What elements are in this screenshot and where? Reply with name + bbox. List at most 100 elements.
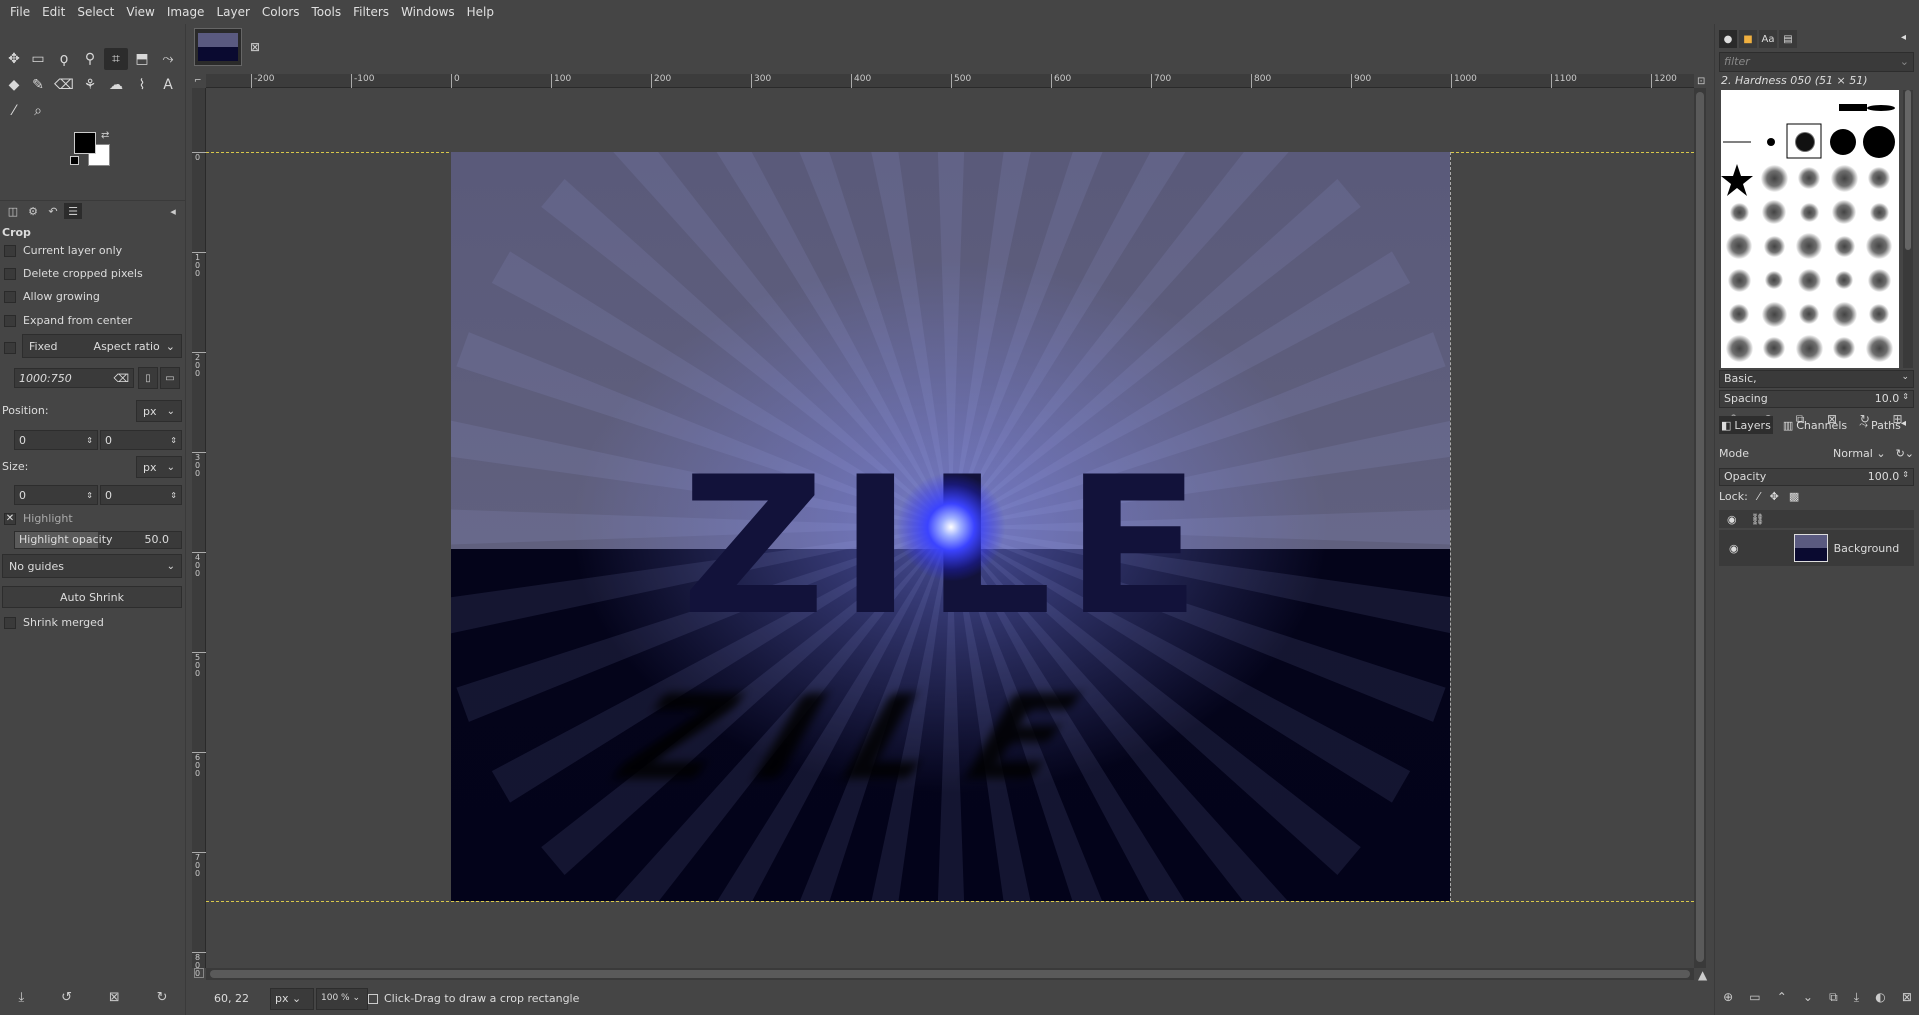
layer-mode-select[interactable]: Normal ⌄ <box>1829 445 1890 462</box>
swap-colors-icon[interactable]: ⇄ <box>101 130 109 141</box>
menu-windows[interactable]: Windows <box>395 0 461 24</box>
menu-filters[interactable]: Filters <box>347 0 395 24</box>
tool-options-tab-icon[interactable]: ◫ <box>4 203 22 219</box>
images-tab-icon[interactable]: ☰ <box>64 203 82 219</box>
size-unit-select[interactable]: px ⌄ <box>136 456 182 478</box>
lasso-icon[interactable]: ϙ <box>52 48 76 70</box>
spinner-icon[interactable]: ⇕ <box>170 436 177 445</box>
mask-layer-icon[interactable]: ◐ <box>1875 990 1885 1005</box>
spinner-icon[interactable]: ⇕ <box>86 491 93 500</box>
delete-cropped-checkbox[interactable]: Delete cropped pixels <box>4 267 143 280</box>
raise-layer-icon[interactable]: ⌃ <box>1777 990 1787 1005</box>
size-w-field[interactable]: 0 ⇕ <box>14 485 98 505</box>
crop-icon[interactable]: ⌗ <box>104 48 128 70</box>
spinner-icon[interactable]: ⇕ <box>86 436 93 445</box>
spinner-icon[interactable]: ⇕ <box>170 491 177 500</box>
brush-preset-select[interactable]: Basic, ⌄ <box>1719 370 1914 388</box>
auto-shrink-button[interactable]: Auto Shrink <box>2 586 182 608</box>
undo-history-tab-icon[interactable]: ↶ <box>44 203 62 219</box>
menu-layer[interactable]: Layer <box>210 0 255 24</box>
image-tab-thumbnail[interactable] <box>194 28 242 66</box>
save-options-icon[interactable]: ⤓ <box>18 990 24 1005</box>
layer-row[interactable]: ◉ Background <box>1719 530 1914 566</box>
brushes-tab-icon[interactable]: ● <box>1719 30 1737 48</box>
expand-from-center-checkbox[interactable]: Expand from center <box>4 314 132 327</box>
default-colors-icon[interactable] <box>70 156 79 165</box>
menu-file[interactable]: File <box>4 0 36 24</box>
warp-icon[interactable]: ⤳ <box>156 48 180 70</box>
highlight-opacity-slider[interactable]: Highlight opacity 50.0 <box>14 531 182 549</box>
aspect-ratio-field[interactable]: 1000:750 ⌫ <box>14 368 134 388</box>
menu-help[interactable]: Help <box>461 0 500 24</box>
eraser-icon[interactable]: ⌫ <box>52 74 76 96</box>
horizontal-scrollbar[interactable] <box>206 968 1694 980</box>
brush-filter-input[interactable]: filter ⌄ <box>1719 52 1914 72</box>
menu-colors[interactable]: Colors <box>256 0 306 24</box>
bucket-fill-icon[interactable]: ◆ <box>2 74 26 96</box>
dock-menu-icon[interactable]: ◂ <box>164 203 182 219</box>
highlight-checkbox[interactable]: ✕ Highlight <box>4 512 73 525</box>
canvas[interactable]: ZILE ZILE <box>206 88 1694 968</box>
lower-layer-icon[interactable]: ⌄ <box>1803 990 1813 1005</box>
shrink-merged-checkbox[interactable]: Shrink merged <box>4 616 104 629</box>
dock-menu-icon[interactable]: ◂ <box>1901 32 1906 43</box>
paths-icon[interactable]: ⌇ <box>130 74 154 96</box>
navigate-icon[interactable]: ▲ <box>1698 968 1707 982</box>
close-icon[interactable]: ⊠ <box>250 40 260 54</box>
rect-select-icon[interactable]: ▭ <box>26 48 50 70</box>
landscape-icon[interactable]: ▭ <box>160 367 180 389</box>
delete-layer-icon[interactable]: ⊠ <box>1902 990 1912 1005</box>
lock-alpha-icon[interactable]: ▩ <box>1789 490 1799 503</box>
delete-options-icon[interactable]: ⊠ <box>109 990 120 1005</box>
lock-position-icon[interactable]: ✥ <box>1770 490 1779 503</box>
color-picker-icon[interactable]: ⁄ <box>2 100 26 122</box>
menu-tools[interactable]: Tools <box>306 0 348 24</box>
eye-icon[interactable]: ◉ <box>1729 542 1739 555</box>
new-layer-icon[interactable]: ⊕ <box>1723 990 1733 1005</box>
fixed-mode-select[interactable]: Fixed Aspect ratio ⌄ <box>22 334 182 358</box>
smudge-icon[interactable]: ☁ <box>104 74 128 96</box>
clear-field-icon[interactable]: ⌫ <box>113 372 129 385</box>
restore-options-icon[interactable]: ↺ <box>61 990 72 1005</box>
vertical-scrollbar[interactable] <box>1694 88 1706 968</box>
quick-mask-icon[interactable] <box>194 968 204 978</box>
position-unit-select[interactable]: px ⌄ <box>136 400 182 422</box>
position-x-field[interactable]: 0 ⇕ <box>14 430 98 450</box>
ruler-corner-icon[interactable]: ⌐ <box>194 76 202 86</box>
size-h-field[interactable]: 0 ⇕ <box>100 485 182 505</box>
spacing-slider[interactable]: Spacing 10.0 ⇕ <box>1719 390 1914 408</box>
paintbrush-icon[interactable]: ✎ <box>26 74 50 96</box>
merge-layer-icon[interactable]: ⤓ <box>1854 990 1859 1005</box>
fonts-tab-icon[interactable]: Aa <box>1759 30 1777 48</box>
clone-icon[interactable]: ⚘ <box>78 74 102 96</box>
lock-pixels-icon[interactable]: ⁄ <box>1758 490 1760 503</box>
guides-select[interactable]: No guides ⌄ <box>2 554 182 578</box>
tab-channels[interactable]: ▥ Channels <box>1781 416 1849 434</box>
reset-mode-icon[interactable]: ↻⌄ <box>1896 447 1914 460</box>
zoom-select[interactable]: 100 % ⌄ <box>316 988 368 1010</box>
menu-select[interactable]: Select <box>71 0 120 24</box>
portrait-icon[interactable]: ▯ <box>138 367 158 389</box>
patterns-tab-icon[interactable]: ■ <box>1739 30 1757 48</box>
dock-menu-icon[interactable]: ◂ <box>1901 418 1906 429</box>
duplicate-layer-icon[interactable]: ⧉ <box>1829 990 1838 1005</box>
device-status-tab-icon[interactable]: ⚙ <box>24 203 42 219</box>
tab-paths[interactable]: ⤳ Paths <box>1857 416 1903 434</box>
zoom-icon[interactable]: ⌕ <box>26 100 50 122</box>
brush-scrollbar[interactable] <box>1903 90 1913 368</box>
menu-image[interactable]: Image <box>161 0 211 24</box>
position-y-field[interactable]: 0 ⇕ <box>100 430 182 450</box>
zoom-image-icon[interactable]: ⊡ <box>1697 76 1705 87</box>
layer-opacity-slider[interactable]: Opacity 100.0 ⇕ <box>1719 468 1914 486</box>
unit-select[interactable]: px ⌄ <box>270 988 314 1010</box>
menu-edit[interactable]: Edit <box>36 0 71 24</box>
fixed-checkbox[interactable] <box>4 342 23 354</box>
new-group-icon[interactable]: ▭ <box>1749 990 1760 1005</box>
unified-transform-icon[interactable]: ⬒ <box>130 48 154 70</box>
text-icon[interactable]: A <box>156 74 180 96</box>
allow-growing-checkbox[interactable]: Allow growing <box>4 290 100 303</box>
current-layer-only-checkbox[interactable]: Current layer only <box>4 244 122 257</box>
move-icon[interactable]: ✥ <box>2 48 26 70</box>
foreground-color-swatch[interactable] <box>74 132 96 154</box>
fuzzy-select-icon[interactable]: ⚲ <box>78 48 102 70</box>
